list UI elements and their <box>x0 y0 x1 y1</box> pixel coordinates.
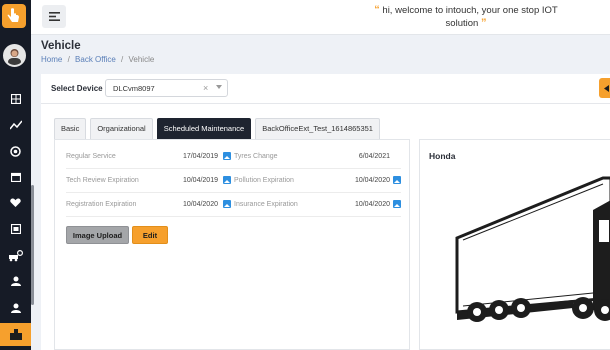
grid-icon[interactable] <box>0 89 31 109</box>
life-ring-icon[interactable] <box>0 141 31 161</box>
tab-basic[interactable]: Basic <box>54 118 87 140</box>
tab-backoffice-ext-test[interactable]: BackOfficeExt_Test_1614865351 <box>255 118 380 140</box>
image-icon[interactable] <box>393 200 401 208</box>
field-value: 17/04/2019 <box>182 153 218 160</box>
building-icon[interactable] <box>0 323 31 346</box>
image-icon[interactable] <box>223 200 231 208</box>
page-title: Vehicle <box>41 40 81 52</box>
arrow-left-icon <box>603 84 609 92</box>
field-value: 10/04/2020 <box>354 177 390 184</box>
edit-button[interactable]: Edit <box>132 226 168 244</box>
breadcrumb: Home / Back Office / Vehicle <box>41 55 154 64</box>
tab-bar: Basic Organizational Scheduled Maintenan… <box>54 118 384 140</box>
vehicle-name: Honda <box>429 151 456 161</box>
topbar: “ hi, welcome to intouch, your one stop … <box>31 0 610 35</box>
sidebar-scrollbar[interactable] <box>31 185 34 305</box>
device-select[interactable]: DLCvm8097 × <box>105 79 228 97</box>
breadcrumb-separator: / <box>121 55 124 64</box>
breadcrumb-home[interactable]: Home <box>41 55 62 64</box>
field-value: 10/04/2020 <box>354 201 390 208</box>
sidebar <box>0 0 31 350</box>
chart-line-icon[interactable] <box>0 115 31 135</box>
clear-icon[interactable]: × <box>203 83 208 93</box>
breadcrumb-current: Vehicle <box>128 55 155 64</box>
breadcrumb-separator: / <box>67 55 70 64</box>
user-icon[interactable] <box>0 271 31 291</box>
device-label: Select Device <box>51 84 103 93</box>
table-row: Registration Expiration 10/04/2020 Insur… <box>66 193 401 217</box>
tab-scheduled-maintenance[interactable]: Scheduled Maintenance <box>156 118 252 140</box>
field-value: 10/04/2020 <box>182 201 218 208</box>
quote-close: ” <box>480 17 487 29</box>
welcome-line-2: solution <box>445 18 479 29</box>
user-alt-icon[interactable] <box>0 296 31 319</box>
hand-pointer-icon[interactable] <box>2 4 26 28</box>
vehicle-image-box: Honda <box>419 139 610 350</box>
field-value: 10/04/2019 <box>182 177 218 184</box>
field-label: Insurance Expiration <box>234 201 298 208</box>
calendar-icon[interactable] <box>0 167 31 187</box>
device-select-value: DLCvm8097 <box>113 84 155 93</box>
table-row: Regular Service 17/04/2019 Tyres Change … <box>66 145 401 169</box>
field-label: Regular Service <box>66 153 116 160</box>
table-row: Tech Review Expiration 10/04/2019 Pollut… <box>66 169 401 193</box>
chevron-down-icon[interactable] <box>216 85 222 89</box>
image-icon[interactable] <box>223 152 231 160</box>
menu-toggle-button[interactable] <box>42 5 66 28</box>
welcome-line-1: hi, welcome to intouch, your one stop IO… <box>382 5 558 16</box>
breadcrumb-back-office[interactable]: Back Office <box>75 55 116 64</box>
clipboard-icon[interactable] <box>0 219 31 239</box>
welcome-message: “ hi, welcome to intouch, your one stop … <box>361 4 571 30</box>
truck-image <box>455 176 610 322</box>
field-value: 6/04/2021 <box>358 153 390 160</box>
image-icon[interactable] <box>223 176 231 184</box>
tab-organizational[interactable]: Organizational <box>90 118 153 140</box>
device-selector-card: Select Device DLCvm8097 × <box>41 74 610 104</box>
image-upload-button[interactable]: Image Upload <box>66 226 129 244</box>
field-label: Registration Expiration <box>66 201 137 208</box>
avatar[interactable] <box>3 44 26 67</box>
quote-open: “ <box>374 4 380 16</box>
field-label: Pollution Expiration <box>234 177 294 184</box>
vehicle-location-icon[interactable] <box>0 246 31 266</box>
maintenance-info-box: Regular Service 17/04/2019 Tyres Change … <box>54 139 410 350</box>
field-label: Tech Review Expiration <box>66 177 139 184</box>
hamburger-icon <box>48 12 60 21</box>
image-icon[interactable] <box>393 176 401 184</box>
device-action-button[interactable] <box>599 78 610 98</box>
field-label: Tyres Change <box>234 153 278 160</box>
heart-icon[interactable] <box>0 193 31 213</box>
